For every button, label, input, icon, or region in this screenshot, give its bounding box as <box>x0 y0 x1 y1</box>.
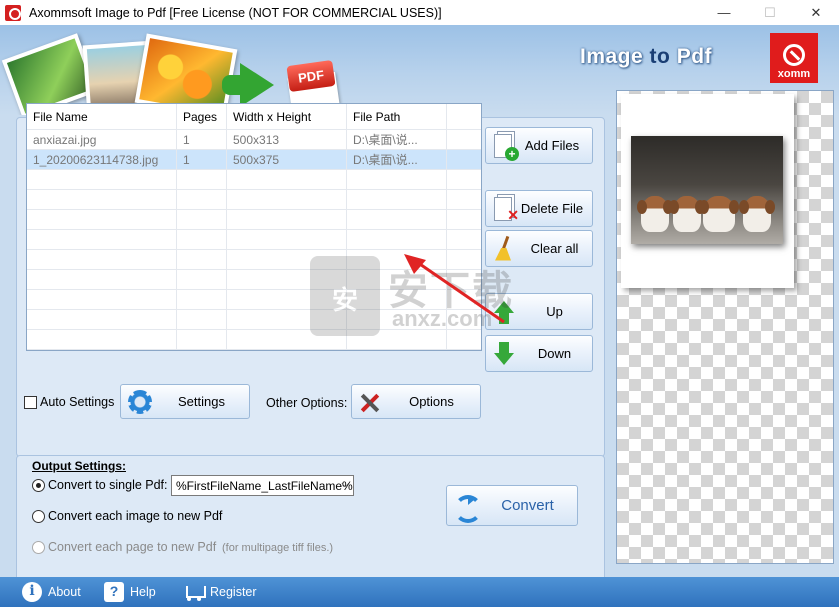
puppy-shape <box>669 196 705 232</box>
broom-icon <box>491 236 517 262</box>
each-page-radio <box>32 541 45 554</box>
auto-settings-checkbox[interactable] <box>24 396 37 409</box>
other-options-label: Other Options: <box>266 396 348 410</box>
move-down-button[interactable]: Down <box>485 335 593 372</box>
filename-pattern-select[interactable]: %FirstFileName_LastFileName% ⌵ <box>171 475 354 496</box>
tools-icon <box>357 389 383 415</box>
empty-row <box>27 350 481 351</box>
cell-path: D:\桌面\说... <box>347 150 447 169</box>
app-icon <box>5 4 21 21</box>
cell-pages: 1 <box>177 150 227 169</box>
move-up-button[interactable]: Up <box>485 293 593 330</box>
register-label: Register <box>210 585 257 599</box>
arrow-up-icon <box>491 299 517 325</box>
empty-row <box>27 270 481 290</box>
file-list[interactable]: File Name Pages Width x Height File Path… <box>26 103 482 351</box>
banner-arrow-icon <box>240 63 274 107</box>
about-label: About <box>48 585 81 599</box>
empty-row <box>27 330 481 350</box>
each-page-label: Convert each page to new Pdf <box>48 540 217 554</box>
close-button[interactable]: ✕ <box>793 0 839 25</box>
col-file-name[interactable]: File Name <box>27 104 177 129</box>
arrow-down-icon <box>491 341 517 367</box>
puppy-shape <box>739 196 775 232</box>
title-bar: Axommsoft Image to Pdf [Free License (NO… <box>0 0 839 25</box>
col-file-path[interactable]: File Path <box>347 104 447 129</box>
filename-pattern-value: %FirstFileName_LastFileName% <box>176 478 353 493</box>
clear-all-label: Clear all <box>530 241 579 256</box>
settings-label: Settings <box>178 394 225 409</box>
maximize-button[interactable]: ☐ <box>747 0 793 25</box>
empty-row <box>27 170 481 190</box>
file-list-header: File Name Pages Width x Height File Path <box>27 104 481 130</box>
brand-to: to <box>649 45 671 68</box>
col-extra <box>447 104 481 129</box>
up-label: Up <box>546 304 563 319</box>
help-label: Help <box>130 585 156 599</box>
minimize-button[interactable]: — <box>701 0 747 25</box>
each-page-note: (for multipage tiff files.) <box>222 542 334 554</box>
table-row-selected[interactable]: 1_20200623114738.jpg 1 500x375 D:\桌面\说..… <box>27 150 481 170</box>
cell-file-name: 1_20200623114738.jpg <box>27 150 177 169</box>
delete-file-icon <box>494 196 519 224</box>
each-image-radio[interactable] <box>32 510 45 523</box>
cell-extra <box>447 130 481 149</box>
options-label: Options <box>409 394 454 409</box>
puppy-shape <box>699 196 739 232</box>
col-pages[interactable]: Pages <box>177 104 227 129</box>
info-icon <box>22 582 42 602</box>
add-file-icon <box>494 133 519 161</box>
output-settings-title: Output Settings: <box>32 459 126 473</box>
each-image-label[interactable]: Convert each image to new Pdf <box>48 509 222 523</box>
empty-row <box>27 310 481 330</box>
cell-size: 500x313 <box>227 130 347 149</box>
empty-row <box>27 290 481 310</box>
logo-mark-icon <box>783 44 805 66</box>
about-button[interactable]: About <box>22 581 81 603</box>
window-controls: — ☐ ✕ <box>701 0 839 25</box>
single-pdf-radio[interactable] <box>32 479 45 492</box>
cell-extra <box>447 150 481 169</box>
empty-row <box>27 210 481 230</box>
add-files-button[interactable]: Add Files <box>485 127 593 164</box>
options-button[interactable]: Options <box>351 384 481 419</box>
xomm-logo: xomm <box>770 33 818 83</box>
chevron-down-icon: ⌵ <box>341 479 349 490</box>
delete-file-label: Delete File <box>520 201 584 216</box>
convert-refresh-icon <box>452 493 482 523</box>
down-label: Down <box>537 346 572 361</box>
convert-label: Convert <box>501 497 554 514</box>
help-book-icon <box>104 582 124 602</box>
logo-text: xomm <box>777 68 811 80</box>
empty-row <box>27 190 481 210</box>
cart-icon <box>184 582 206 602</box>
gear-icon <box>126 388 154 416</box>
delete-file-button[interactable]: Delete File <box>485 190 593 227</box>
convert-button[interactable]: Convert <box>446 485 578 526</box>
puppy-shape <box>637 196 673 232</box>
empty-row <box>27 250 481 270</box>
brand-title: Image to Pdf <box>580 45 712 69</box>
preview-image <box>631 136 783 244</box>
clear-all-button[interactable]: Clear all <box>485 230 593 267</box>
window-title: Axommsoft Image to Pdf [Free License (NO… <box>29 5 442 20</box>
col-width-height[interactable]: Width x Height <box>227 104 347 129</box>
add-files-label: Add Files <box>524 138 580 153</box>
brand-pdf: Pdf <box>670 45 713 68</box>
brand-image: Image <box>580 45 650 68</box>
cell-path: D:\桌面\说... <box>347 130 447 149</box>
table-row[interactable]: anxiazai.jpg 1 500x313 D:\桌面\说... <box>27 130 481 150</box>
bottom-bar: About Help Register <box>0 577 839 607</box>
auto-settings-label[interactable]: Auto Settings <box>40 395 114 409</box>
register-button[interactable]: Register <box>184 581 257 603</box>
cell-size: 500x375 <box>227 150 347 169</box>
cell-pages: 1 <box>177 130 227 149</box>
empty-row <box>27 230 481 250</box>
cell-file-name: anxiazai.jpg <box>27 130 177 149</box>
help-button[interactable]: Help <box>104 581 156 603</box>
single-pdf-label[interactable]: Convert to single Pdf: <box>48 478 168 492</box>
settings-button[interactable]: Settings <box>120 384 250 419</box>
